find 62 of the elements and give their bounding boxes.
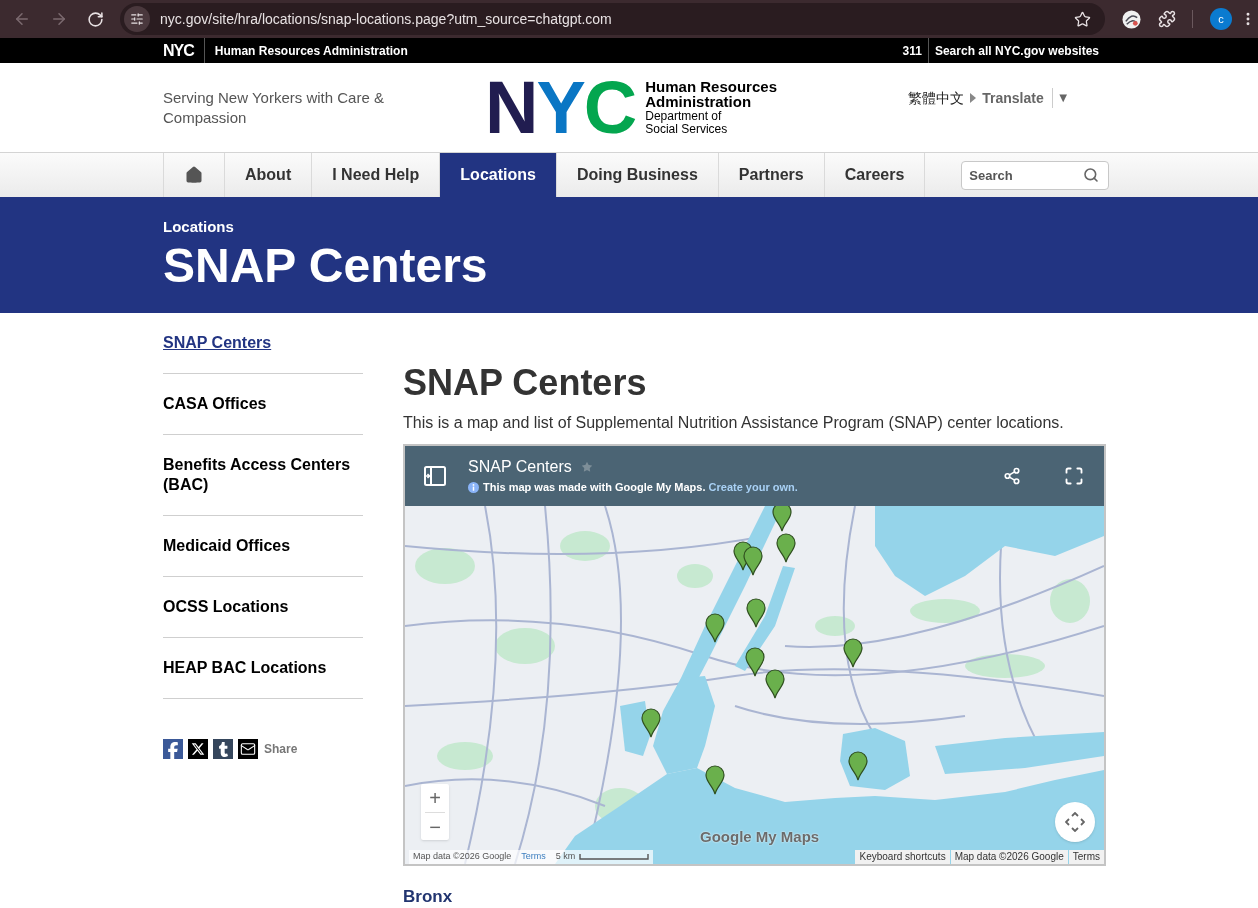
map-pin-icon[interactable] (705, 765, 725, 795)
translate-button[interactable]: Translate (982, 87, 1044, 109)
agency-name: Human Resources Administration (214, 42, 408, 60)
section-heading: Bronx (403, 888, 453, 905)
sidebar-link[interactable]: Benefits Access Centers (BAC) (163, 455, 363, 495)
sidebar-link[interactable]: Medicaid Offices (163, 536, 291, 556)
profile-avatar[interactable]: c (1210, 8, 1232, 30)
top-bar-link[interactable]: Search all NYC.gov websites (934, 41, 1099, 60)
language-link[interactable]: 繁體中文 (908, 87, 965, 109)
logo-title: Human Resources Administration (645, 79, 778, 109)
sidebar-link[interactable]: HEAP BAC Locations (163, 658, 327, 678)
search-icon[interactable] (1083, 166, 1100, 183)
nyc-logo[interactable]: NYC (485, 70, 636, 145)
create-map-link[interactable]: Create your own. (708, 480, 798, 493)
star-icon[interactable] (580, 460, 593, 473)
x-logo-icon[interactable] (188, 739, 208, 759)
caret-icon (970, 93, 977, 103)
map-data-text: Map data ©2026 Google (950, 850, 1068, 864)
map-title: SNAP Centers (468, 456, 572, 477)
map-pin-icon[interactable] (772, 506, 792, 532)
back-icon[interactable] (13, 10, 31, 28)
share-label[interactable]: Share (264, 740, 298, 758)
sidebar-link[interactable]: CASA Offices (163, 394, 267, 414)
zoom-out-button[interactable]: − (421, 813, 449, 840)
share-icon[interactable] (1003, 467, 1021, 485)
breadcrumb[interactable]: Locations (163, 218, 234, 236)
reload-icon[interactable] (87, 10, 104, 28)
tumblr-icon[interactable] (213, 739, 233, 759)
nyc-logo[interactable]: NYC (163, 42, 194, 59)
forward-icon[interactable] (50, 10, 68, 28)
scale-label: 5 km (555, 850, 576, 864)
banner-title: SNAP Centers (163, 242, 488, 290)
site-info-icon[interactable] (124, 6, 150, 32)
puzzle-icon[interactable] (1158, 10, 1176, 28)
map-data-text: Map data ©2026 Google (413, 850, 512, 864)
info-icon (468, 481, 479, 493)
extension-icon[interactable] (1122, 9, 1141, 29)
logo-subtitle: Department of Social Services (645, 110, 729, 136)
facebook-icon[interactable] (163, 739, 183, 759)
sidebar-link[interactable]: SNAP Centers (163, 333, 272, 353)
page-title: SNAP Centers (403, 365, 647, 401)
keyboard-shortcuts-link[interactable]: Keyboard shortcuts (855, 850, 950, 864)
recenter-icon (1065, 812, 1085, 832)
tagline: Serving New Yorkers with Care & Compassion (163, 87, 385, 128)
home-icon (184, 165, 204, 185)
nav-tab[interactable]: Locations (439, 153, 556, 197)
address-bar[interactable]: nyc.gov/site/hra/locations/snap-locations.page?utm_source=chatgpt.com (120, 3, 1105, 35)
intro-text: This is a map and list of Supplemental Nutrition Assistance Program (SNAP) center locations. (403, 413, 1064, 433)
terms-link[interactable]: Terms (521, 850, 546, 864)
map-notice: This map was made with Google My Maps. Create your own. (483, 479, 798, 495)
mail-icon[interactable] (238, 739, 258, 759)
bookmark-star-icon[interactable] (1074, 10, 1091, 28)
panel-toggle-icon[interactable] (424, 466, 446, 486)
top-bar-link[interactable]: 311 (902, 41, 922, 60)
search-field[interactable]: Search (961, 160, 1110, 190)
map-brand-logo: Google My Maps (700, 827, 820, 847)
translate-menu-toggle[interactable]: ▼ (1056, 88, 1070, 108)
scale-bar-icon (579, 854, 650, 860)
sidebar-link[interactable]: OCSS Locations (163, 597, 289, 617)
zoom-in-button[interactable]: + (421, 784, 449, 812)
terms-link[interactable]: Terms (1068, 850, 1104, 864)
fullscreen-icon[interactable] (1064, 466, 1084, 486)
